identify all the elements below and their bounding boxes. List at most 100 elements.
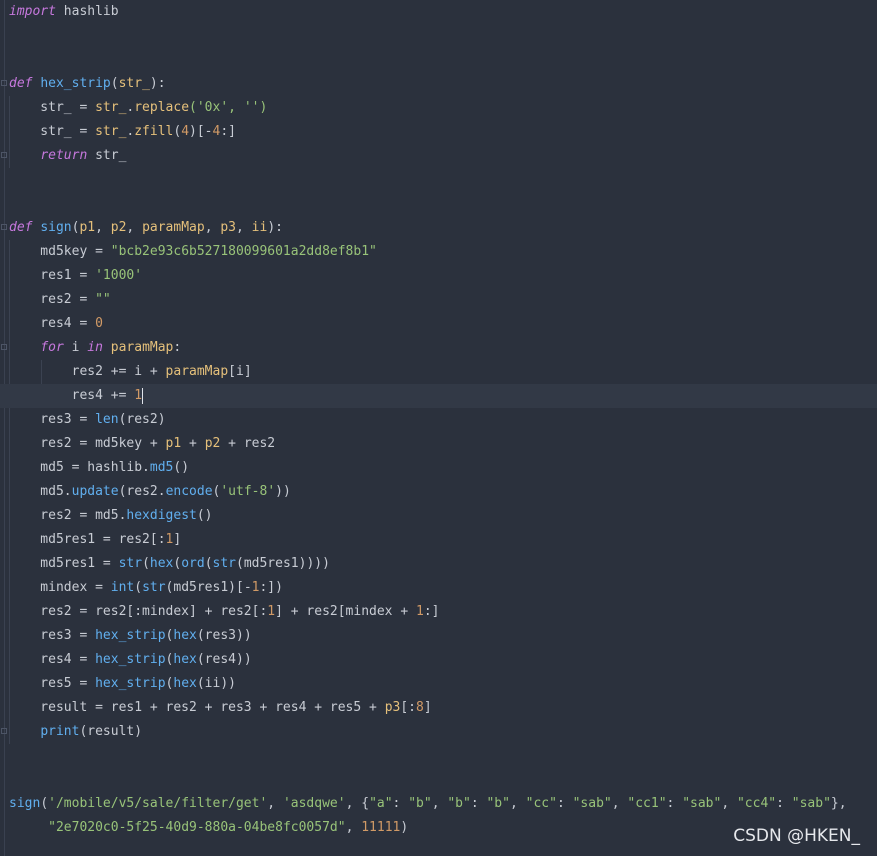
- code-line[interactable]: def sign(p1, p2, paramMap, p3, ii):: [9, 216, 283, 240]
- parameter-token: p3: [384, 700, 401, 715]
- code-line[interactable]: res4 = 0: [9, 312, 103, 336]
- code-token: md5key =: [9, 244, 111, 259]
- code-token: ]: [173, 532, 182, 547]
- code-line[interactable]: str_ = str_.replace('0x', ''): [9, 96, 267, 120]
- code-line[interactable]: print(result): [9, 720, 142, 744]
- code-line[interactable]: md5.update(res2.encode('utf-8')): [9, 480, 291, 504]
- number-token: 4: [181, 124, 190, 139]
- code-line[interactable]: res5 = hex_strip(hex(ii)): [9, 672, 236, 696]
- code-token: },: [830, 796, 847, 811]
- code-token: str_: [87, 148, 127, 163]
- code-line[interactable]: md5 = hashlib.md5(): [9, 456, 189, 480]
- code-line[interactable]: res4 = hex_strip(hex(res4)): [9, 648, 252, 672]
- dict-key-token: "b": [447, 796, 471, 811]
- text-cursor: [142, 387, 144, 404]
- fold-marker-icon[interactable]: [1, 344, 7, 350]
- code-token: (res2): [118, 412, 166, 427]
- code-token: (res4)): [196, 652, 252, 667]
- code-editor[interactable]: import hashlib def hex_strip(str_): str_…: [0, 0, 877, 856]
- code-line[interactable]: md5res1 = res2[:1]: [9, 528, 181, 552]
- builtin-token: str: [118, 556, 143, 571]
- number-token: 1: [416, 604, 424, 619]
- code-line[interactable]: import hashlib: [9, 0, 119, 24]
- code-token: (: [134, 580, 143, 595]
- builtin-token: len: [95, 412, 119, 427]
- code-token: res2 = md5key +: [9, 436, 166, 451]
- dict-value-token: "b": [486, 796, 510, 811]
- code-token: str_ =: [9, 124, 96, 139]
- keyword-token: def: [9, 220, 33, 235]
- code-line[interactable]: str_ = str_.zfill(4)[-4:]: [9, 120, 236, 144]
- builtin-token: print: [40, 724, 80, 739]
- code-token: ,: [267, 796, 283, 811]
- code-line[interactable]: res3 = len(res2): [9, 408, 166, 432]
- code-token: :]: [423, 604, 440, 619]
- code-token: , {: [345, 796, 370, 811]
- code-token: str_ =: [9, 100, 96, 115]
- watermark-text: CSDN @HKEN_: [733, 826, 860, 846]
- code-line[interactable]: res1 = '1000': [9, 264, 142, 288]
- code-line[interactable]: res2 += i + paramMap[i]: [9, 360, 252, 384]
- code-line[interactable]: res2 = md5.hexdigest(): [9, 504, 213, 528]
- code-line[interactable]: return str_: [9, 144, 126, 168]
- code-token: md5.: [9, 484, 72, 499]
- parameter-token: ii: [251, 220, 268, 235]
- number-token: 1: [267, 604, 276, 619]
- number-token: 0: [95, 316, 103, 331]
- code-token: md5 = hashlib.: [9, 460, 150, 475]
- builtin-token: str: [142, 580, 166, 595]
- builtin-token: hex: [173, 628, 197, 643]
- string-token: ('0x', ''): [189, 100, 268, 115]
- code-line[interactable]: def hex_strip(str_):: [9, 72, 166, 96]
- parameter-token: str_: [118, 76, 150, 91]
- fold-marker-icon[interactable]: [1, 728, 7, 734]
- code-line[interactable]: result = res1 + res2 + res3 + res4 + res…: [9, 696, 431, 720]
- number-token: 11111: [361, 820, 401, 835]
- code-line[interactable]: sign('/mobile/v5/sale/filter/get', 'asdq…: [9, 792, 847, 816]
- builtin-token: hex: [173, 676, 197, 691]
- code-token: res4 +=: [9, 388, 135, 403]
- code-line[interactable]: res3 = hex_strip(hex(res3)): [9, 624, 251, 648]
- code-token: :]: [220, 124, 236, 139]
- code-token: ): [400, 820, 409, 835]
- fold-marker-icon[interactable]: [1, 152, 7, 158]
- code-line[interactable]: md5key = "bcb2e93c6b527180099601a2dd8ef8…: [9, 240, 377, 264]
- code-token: res2 = md5.: [9, 508, 127, 523]
- keyword-token: for: [40, 340, 64, 355]
- dict-key-token: "cc": [525, 796, 557, 811]
- fold-marker-icon[interactable]: [1, 224, 7, 230]
- parameter-token: paramMap: [102, 340, 174, 355]
- code-line[interactable]: res2 = res2[:mindex] + res2[:1] + res2[m…: [9, 600, 439, 624]
- code-token: res3 =: [9, 628, 96, 643]
- code-token: hashlib: [55, 4, 119, 19]
- string-token: '/mobile/v5/sale/filter/get': [48, 796, 268, 811]
- code-line[interactable]: "2e7020c0-5f25-40d9-880a-04be8fc0057d", …: [9, 816, 408, 840]
- code-line[interactable]: mindex = int(str(md5res1)[-1:]): [9, 576, 283, 600]
- code-token: (: [40, 796, 49, 811]
- string-token: '1000': [95, 268, 143, 283]
- code-line[interactable]: res2 = md5key + p1 + p2 + res2: [9, 432, 275, 456]
- dict-value-token: "b": [408, 796, 432, 811]
- builtin-token: hex: [173, 652, 197, 667]
- code-token: (ii)): [196, 676, 236, 691]
- current-code-line[interactable]: res4 += 1: [0, 384, 877, 408]
- code-token: result = res1 + res2 + res3 + res4 + res…: [9, 700, 385, 715]
- parameter-token: paramMap: [142, 220, 205, 235]
- parameter-token: str_: [95, 124, 127, 139]
- code-line[interactable]: res2 = "": [9, 288, 110, 312]
- code-token: (): [196, 508, 213, 523]
- code-token: res2 = res2[:mindex] + res2[:: [9, 604, 268, 619]
- code-line[interactable]: md5res1 = str(hex(ord(str(md5res1)))): [9, 552, 330, 576]
- code-token: res4 =: [9, 316, 96, 331]
- code-token: md5res1 =: [9, 556, 119, 571]
- dict-value-token: "sab": [572, 796, 612, 811]
- code-token: +: [181, 436, 205, 451]
- code-token: i: [63, 340, 88, 355]
- function-call-token: hex_strip: [95, 652, 166, 667]
- method-token: update: [71, 484, 119, 499]
- code-line[interactable]: for i in paramMap:: [9, 336, 181, 360]
- parameter-token: p1: [79, 220, 96, 235]
- builtin-token: ord: [181, 556, 205, 571]
- fold-marker-icon[interactable]: [1, 80, 7, 86]
